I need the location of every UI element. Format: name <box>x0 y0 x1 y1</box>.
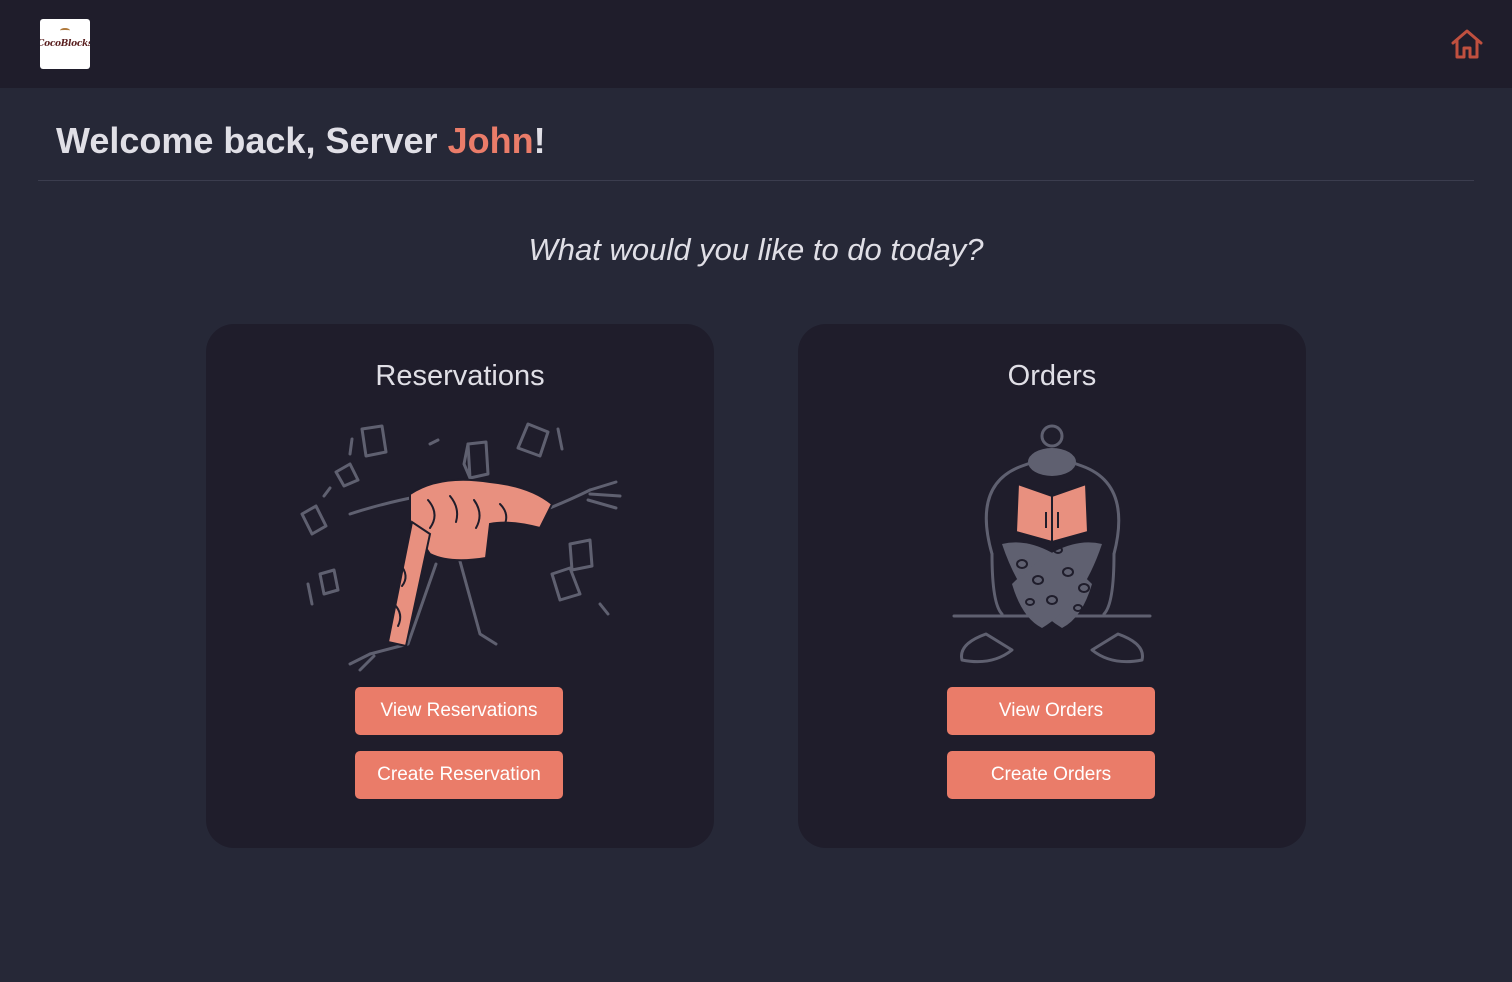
welcome-prefix: Welcome back, Server <box>56 120 448 161</box>
welcome-suffix: ! <box>533 120 546 161</box>
view-orders-button[interactable]: View Orders <box>947 687 1155 735</box>
restaurant-logo[interactable]: CocoBlocks <box>40 19 90 69</box>
prompt-text: What would you like to do today? <box>528 232 984 267</box>
home-icon[interactable] <box>1450 28 1484 60</box>
logo-crest-icon <box>60 28 70 33</box>
create-orders-button[interactable]: Create Orders <box>947 751 1155 799</box>
create-reservation-button[interactable]: Create Reservation <box>355 751 563 799</box>
orders-title: Orders <box>1007 360 1097 392</box>
reservations-card: Reservations View Reservations Create Re… <box>206 324 714 848</box>
reading-person-illustration <box>952 424 1152 664</box>
logo-text: CocoBlocks <box>40 39 90 49</box>
orders-card: Orders View Orders Create Orders <box>798 324 1306 848</box>
view-reservations-button[interactable]: View Reservations <box>355 687 563 735</box>
juggling-papers-illustration <box>300 422 622 672</box>
top-bar: CocoBlocks <box>0 0 1512 88</box>
header-divider <box>38 180 1474 181</box>
welcome-heading: Welcome back, Server John! <box>56 120 546 164</box>
user-name: John <box>447 120 534 161</box>
reservations-title: Reservations <box>375 360 545 392</box>
